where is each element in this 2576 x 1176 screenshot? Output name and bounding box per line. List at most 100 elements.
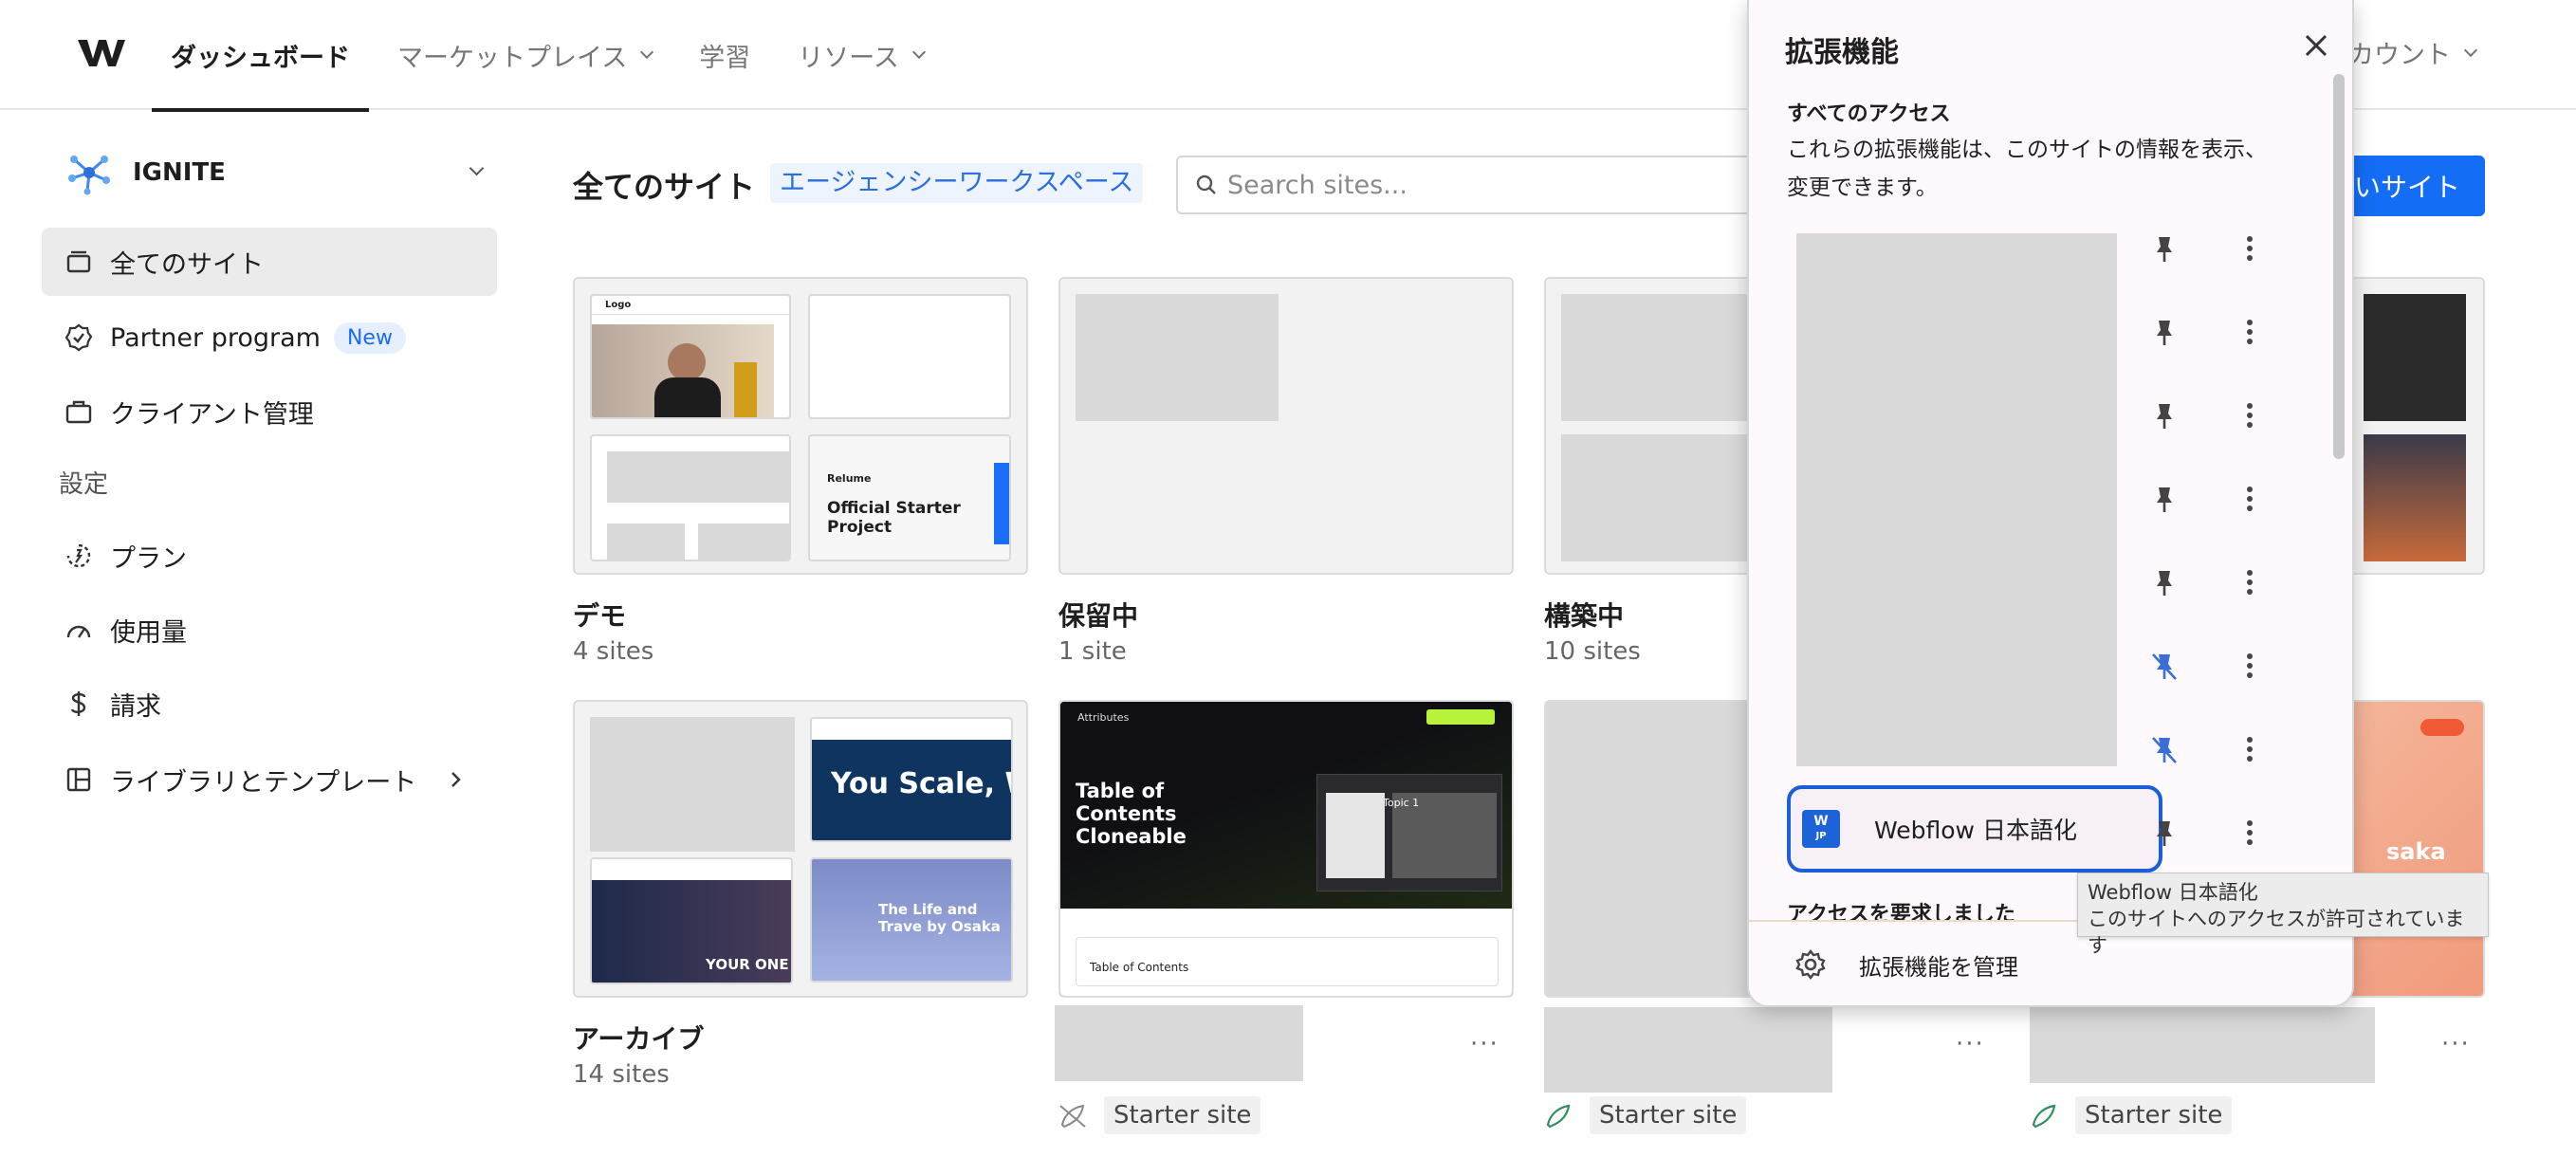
unpin-icon[interactable] xyxy=(2147,732,2181,766)
site-thumbnail xyxy=(1561,434,1751,561)
more-vertical-icon[interactable] xyxy=(2233,565,2267,599)
ignite-logo-icon xyxy=(68,156,110,195)
extension-item-webflow[interactable]: W JP Webflow 日本語化 xyxy=(1787,785,2162,873)
folder-count: 10 sites xyxy=(1544,637,1641,666)
thumb-relume-text: Relume xyxy=(827,472,872,485)
extensions-panel: 拡張機能 すべてのアクセス これらの拡張機能は、このサイトの情報を表示、変更でき… xyxy=(1747,0,2354,1007)
folder-card-on-hold[interactable] xyxy=(1058,277,1514,575)
more-vertical-icon[interactable] xyxy=(2233,482,2267,516)
nav-resources[interactable]: リソース xyxy=(779,0,943,110)
pin-icon[interactable] xyxy=(2147,315,2181,349)
search-icon xyxy=(1196,175,1216,194)
manage-extensions-label: 拡張機能を管理 xyxy=(1859,953,2018,981)
site-thumbnail xyxy=(1561,294,1751,421)
partner-badge-icon xyxy=(64,323,93,352)
published-rocket-icon xyxy=(1546,1104,1571,1129)
site-thumbnail xyxy=(1076,294,1279,421)
sidebar-item-label: プラン xyxy=(110,543,187,574)
folder-name[interactable]: 構築中 xyxy=(1544,596,1624,634)
plan-icon xyxy=(64,542,93,570)
thumb-osaka-text: saka xyxy=(2386,838,2446,865)
more-options-button[interactable]: ··· xyxy=(1470,1030,1500,1058)
sidebar-item-all-sites[interactable]: 全てのサイト xyxy=(42,228,497,296)
folder-name[interactable]: デモ xyxy=(573,596,626,634)
site-thumbnail xyxy=(2364,434,2466,561)
close-icon[interactable] xyxy=(2299,28,2333,63)
more-options-button[interactable]: ··· xyxy=(2441,1030,2471,1058)
redacted-site-name xyxy=(1544,1007,1832,1093)
workspace-tag: エージェンシーワークスペース xyxy=(770,163,1144,203)
unpin-icon[interactable] xyxy=(2147,649,2181,683)
nav-learn[interactable]: 学習 xyxy=(680,0,769,110)
folder-count: 14 sites xyxy=(573,1060,670,1089)
sidebar-item-usage[interactable]: 使用量 xyxy=(42,596,497,664)
account-menu[interactable]: カウント xyxy=(2348,34,2478,71)
webflow-logo-icon[interactable] xyxy=(76,36,127,70)
more-vertical-icon[interactable] xyxy=(2233,816,2267,850)
library-icon xyxy=(64,765,93,794)
site-thumbnail: Attributes Table of Contents Cloneable T… xyxy=(1060,702,1512,909)
nav-marketplace[interactable]: マーケットプレイス xyxy=(378,0,671,110)
more-vertical-icon[interactable] xyxy=(2233,315,2267,349)
site-thumbnail: You Scale, We Sca xyxy=(810,717,1013,842)
nav-marketplace-label: マーケットプレイス xyxy=(397,43,628,73)
settings-section-label: 設定 xyxy=(59,470,109,499)
gear-icon xyxy=(1795,949,1826,980)
dollar-icon xyxy=(64,689,93,718)
site-card-toc[interactable]: Attributes Table of Contents Cloneable T… xyxy=(1058,700,1514,998)
sidebar-item-billing[interactable]: 請求 xyxy=(42,670,497,738)
folder-name[interactable]: 保留中 xyxy=(1058,596,1138,634)
folder-count: 1 site xyxy=(1058,637,1127,666)
thumb-your-one-text: YOUR ONE xyxy=(706,956,789,973)
pin-icon[interactable] xyxy=(2147,565,2181,599)
sidebar-item-label: 使用量 xyxy=(110,617,187,648)
folder-card-archive[interactable]: You Scale, We Sca YOUR ONE The Life and … xyxy=(573,700,1028,998)
chevron-right-icon xyxy=(451,772,461,787)
thumb-life-travel-text: The Life and Trave by Osaka xyxy=(878,901,1001,935)
site-thumbnail: Relume Official Starter Project xyxy=(808,434,1011,561)
scrollbar[interactable] xyxy=(2333,74,2345,459)
new-badge: New xyxy=(333,322,406,354)
sidebar-item-client-management[interactable]: クライアント管理 xyxy=(42,377,497,446)
page-title: 全てのサイト xyxy=(573,169,756,205)
more-vertical-icon[interactable] xyxy=(2233,398,2267,432)
site-thumbnail xyxy=(808,294,1011,419)
folder-name[interactable]: アーカイブ xyxy=(573,1019,704,1057)
extension-tooltip: Webflow 日本語化 このサイトへのアクセスが許可されています xyxy=(2077,873,2489,957)
webflow-icon-letter: W xyxy=(1813,814,1829,829)
sidebar-item-partner-program[interactable]: Partner program New xyxy=(42,303,497,372)
extensions-title: 拡張機能 xyxy=(1785,36,1899,69)
extension-row-controls xyxy=(2147,470,2299,527)
webflow-jp-icon: W JP xyxy=(1802,810,1840,848)
sidebar-item-library-templates[interactable]: ライブラリとテンプレート xyxy=(42,745,497,814)
redacted-extensions-list xyxy=(1796,233,2117,766)
site-thumbnail xyxy=(590,434,791,561)
more-vertical-icon[interactable] xyxy=(2233,649,2267,683)
sidebar-item-label: クライアント管理 xyxy=(110,399,314,430)
more-vertical-icon[interactable] xyxy=(2233,732,2267,766)
pin-icon[interactable] xyxy=(2147,231,2181,266)
sidebar-item-plan[interactable]: プラン xyxy=(42,522,497,590)
thumb-you-scale-text: You Scale, We Sca xyxy=(831,770,1011,799)
pin-icon[interactable] xyxy=(2147,482,2181,516)
folder-card-demo[interactable]: Logo Relume Official Starter Project xyxy=(573,277,1028,575)
webflow-extension-name: Webflow 日本語化 xyxy=(1874,817,2077,844)
sidebar-item-label: 全てのサイト xyxy=(110,249,264,280)
pin-icon[interactable] xyxy=(2147,816,2181,850)
nav-dashboard[interactable]: ダッシュボード xyxy=(152,0,369,112)
starter-site-badge: Starter site xyxy=(2075,1096,2233,1134)
workspace-switcher[interactable]: IGNITE xyxy=(66,144,493,201)
extension-row-controls xyxy=(2147,387,2299,444)
more-options-button[interactable]: ··· xyxy=(1956,1030,1985,1058)
folder-count: 4 sites xyxy=(573,637,654,666)
site-thumbnail xyxy=(2364,294,2466,421)
search-input[interactable]: Search sites... xyxy=(1176,156,1764,214)
gauge-icon xyxy=(64,616,93,644)
nav-dashboard-label: ダッシュボード xyxy=(171,43,350,73)
chevron-down-icon xyxy=(911,45,926,60)
pin-icon[interactable] xyxy=(2147,398,2181,432)
nav-learn-label: 学習 xyxy=(699,43,751,73)
extension-row-controls xyxy=(2147,804,2299,861)
nav-resources-label: リソース xyxy=(798,43,899,73)
more-vertical-icon[interactable] xyxy=(2233,231,2267,266)
